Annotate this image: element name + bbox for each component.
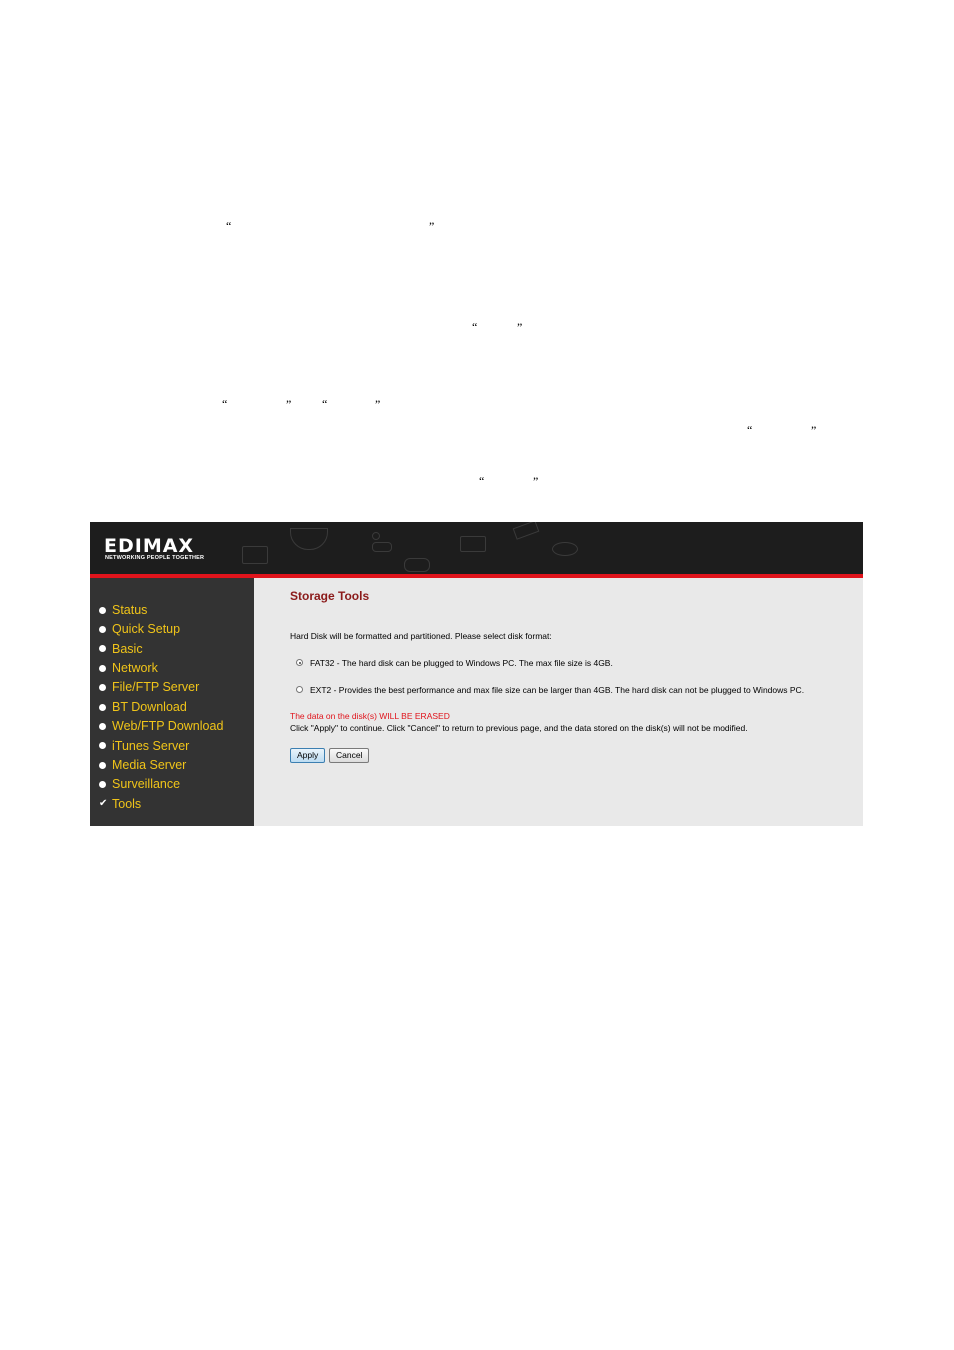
- open-quote: “: [226, 219, 232, 233]
- sidebar-item-label: Network: [112, 660, 158, 675]
- apply-button[interactable]: Apply: [290, 748, 326, 763]
- instruction-text: Click "Apply" to continue. Click "Cancel…: [290, 723, 748, 733]
- sidebar-item-label: Web/FTP Download: [112, 719, 224, 734]
- sidebar-item-media-server[interactable]: Media Server: [99, 757, 186, 773]
- sidebar-item-basic[interactable]: Basic: [99, 641, 143, 657]
- header-banner: EDIMAX NETWORKING PEOPLE TOGETHER: [90, 522, 863, 574]
- main-content: Storage Tools Hard Disk will be formatte…: [254, 578, 863, 826]
- cancel-button[interactable]: Cancel: [329, 748, 370, 763]
- molecule-icon: [372, 542, 392, 552]
- fat32-radio[interactable]: [296, 659, 303, 666]
- sidebar-item-label: Tools: [112, 796, 142, 811]
- gamepad-icon: [404, 558, 430, 572]
- erase-warning: The data on the disk(s) WILL BE ERASED: [290, 711, 450, 721]
- open-quote: “: [479, 474, 485, 488]
- bullet-icon: [99, 625, 106, 633]
- fat32-label: FAT32 - The hard disk can be plugged to …: [310, 658, 613, 668]
- sidebar-item-label: Basic: [112, 641, 143, 656]
- sidebar-item-label: Status: [112, 602, 148, 617]
- edimax-logo: EDIMAX: [104, 535, 195, 557]
- sidebar-item-status[interactable]: Status: [99, 602, 147, 618]
- open-quote: “: [222, 397, 228, 411]
- molecule-icon: [372, 532, 380, 540]
- bullet-icon: [99, 664, 106, 672]
- network-icon: [512, 522, 540, 540]
- close-quote: ”: [375, 397, 381, 411]
- sidebar-item-label: File/FTP Server: [112, 680, 200, 695]
- sidebar-item-label: BT Download: [112, 699, 187, 714]
- sidebar-item-label: Quick Setup: [112, 622, 181, 637]
- bullet-icon: [99, 742, 106, 750]
- logo-tagline: NETWORKING PEOPLE TOGETHER: [105, 555, 205, 561]
- close-quote: ”: [286, 397, 292, 411]
- sidebar: Status Quick Setup Basic Network File/FT…: [90, 578, 254, 826]
- sidebar-item-tools[interactable]: ✔ Tools: [99, 796, 141, 812]
- sidebar-item-web-ftp-download[interactable]: Web/FTP Download: [99, 718, 223, 734]
- sidebar-item-label: iTunes Server: [112, 738, 190, 753]
- bullet-icon: [99, 761, 106, 769]
- close-quote: ”: [429, 219, 435, 233]
- sidebar-item-bt-download[interactable]: BT Download: [99, 699, 187, 715]
- close-quote: ”: [517, 320, 523, 334]
- bullet-icon: [99, 684, 106, 692]
- router-ui-screenshot: EDIMAX NETWORKING PEOPLE TOGETHER Status…: [90, 522, 863, 826]
- sidebar-item-surveillance[interactable]: Surveillance: [99, 777, 180, 793]
- folder-icon: [242, 546, 268, 564]
- sidebar-item-label: Media Server: [112, 757, 187, 772]
- bullet-icon: [99, 722, 106, 730]
- bullet-icon: [99, 645, 106, 653]
- people-icon: [460, 536, 486, 552]
- bullet-icon: [99, 703, 106, 711]
- bullet-icon: [99, 606, 106, 614]
- open-quote: “: [747, 423, 753, 437]
- close-quote: ”: [811, 423, 817, 437]
- close-quote: ”: [533, 474, 539, 488]
- eye-icon: [552, 542, 578, 556]
- sidebar-item-network[interactable]: Network: [99, 660, 158, 676]
- sidebar-item-quick-setup[interactable]: Quick Setup: [99, 621, 180, 637]
- intro-text: Hard Disk will be formatted and partitio…: [290, 631, 552, 641]
- satellite-dish-icon: [290, 528, 328, 550]
- page-title: Storage Tools: [290, 589, 370, 603]
- ext2-radio[interactable]: [296, 686, 303, 693]
- open-quote: “: [322, 397, 328, 411]
- open-quote: “: [472, 320, 478, 334]
- sidebar-item-file-ftp-server[interactable]: File/FTP Server: [99, 680, 199, 696]
- ext2-label: EXT2 - Provides the best performance and…: [310, 685, 805, 695]
- sidebar-item-itunes-server[interactable]: iTunes Server: [99, 738, 189, 754]
- bullet-icon: [99, 781, 106, 789]
- sidebar-item-label: Surveillance: [112, 777, 181, 792]
- check-icon: ✔: [99, 798, 108, 809]
